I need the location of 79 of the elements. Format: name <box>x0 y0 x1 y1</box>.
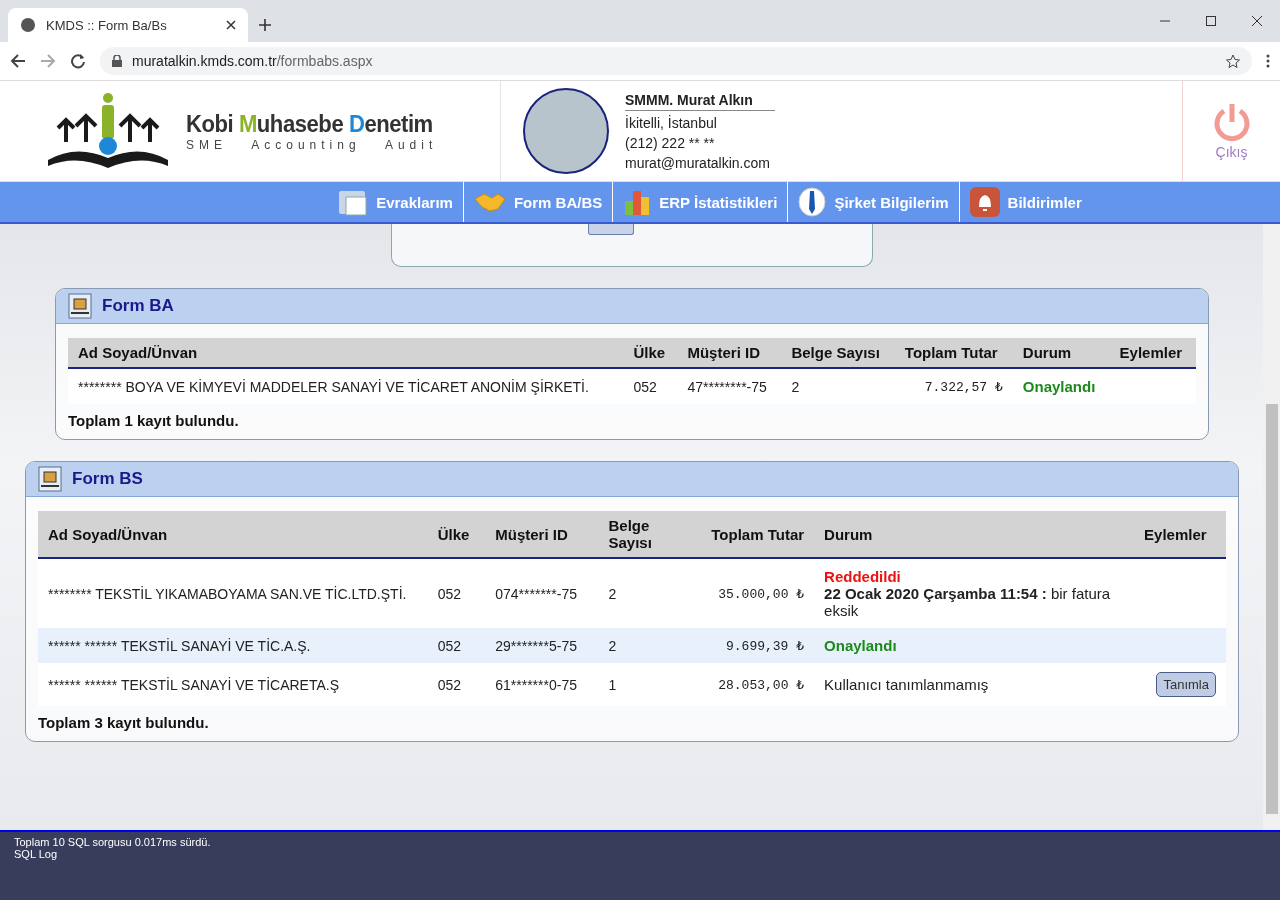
user-location: İkitelli, İstanbul <box>625 114 718 131</box>
total-cell: 9.699,39 ₺ <box>688 628 815 663</box>
column-header: Müşteri ID <box>677 338 782 368</box>
status-text: Onaylandı <box>824 637 898 654</box>
reload-icon[interactable] <box>70 53 86 69</box>
scrollbar[interactable] <box>1263 224 1280 830</box>
tab-title: KMDS :: Form Ba/Bs <box>46 17 168 33</box>
plus-icon[interactable] <box>258 18 272 32</box>
country-cell: 052 <box>623 368 678 404</box>
status-note: 22 Ocak 2020 Çarşamba 11:54 : bir fatura eksik <box>824 585 1112 619</box>
column-header: Durum <box>1012 338 1110 368</box>
column-header: Belge Sayısı <box>781 338 895 368</box>
nav-link[interactable]: Evraklarım <box>328 182 463 222</box>
column-header: Ad Soyad/Ünvan <box>68 338 624 368</box>
column-header: Eylemler <box>1109 338 1196 368</box>
user-email: murat@muratalkin.com <box>625 154 771 171</box>
document-count-cell: 1 <box>598 663 689 706</box>
country-cell: 052 <box>427 663 486 706</box>
record-count: Toplam 3 kayıt bulundu. <box>38 713 210 731</box>
folder-icon <box>338 188 369 216</box>
close-icon[interactable] <box>226 20 236 30</box>
customer-id-cell: 29*******5-75 <box>485 628 599 663</box>
document-count-cell: 2 <box>781 368 895 404</box>
bell-icon <box>969 187 1000 217</box>
name-cell: ****** ****** TEKSTİL SANAYİ VE TİC.A.Ş. <box>38 628 428 663</box>
nav-link[interactable]: Şirket Bilgilerim <box>787 182 959 222</box>
total-cell: 35.000,00 ₺ <box>688 558 815 628</box>
status-text: Kullanıcı tanımlanmamış <box>824 676 990 693</box>
status-text: Reddedildi <box>824 568 902 585</box>
total-cell: 28.053,00 ₺ <box>688 663 815 706</box>
name-cell: ******** BOYA VE KİMYEVİ MADDELER SANAYİ VE TİCARET ANONİM ŞİRKETİ. <box>68 368 624 404</box>
panel-title: Form BA <box>102 296 174 316</box>
column-header: Durum <box>814 511 1135 558</box>
register-icon <box>38 466 62 492</box>
close-icon[interactable] <box>1252 16 1262 26</box>
column-header: Belge Sayısı <box>598 511 689 558</box>
lock-icon <box>112 55 122 67</box>
menu-icon[interactable] <box>1266 54 1270 68</box>
column-header: Müşteri ID <box>485 511 599 558</box>
nav-link[interactable]: Bildirimler <box>958 182 1092 222</box>
url-host: muratalkin.kmds.com.tr <box>132 53 277 69</box>
sql-summary: Toplam 10 SQL sorgusu 0.017ms sürdü. <box>14 836 212 848</box>
nav-link[interactable]: Form BA/BS <box>462 182 613 222</box>
browser-tab[interactable]: KMDS :: Form Ba/Bs <box>8 8 248 42</box>
record-count: Toplam 1 kayıt bulundu. <box>68 411 240 429</box>
customer-id-cell: 074*******-75 <box>485 558 599 628</box>
panel-title: Form BS <box>72 469 143 489</box>
user-phone: (212) 222 ** ** <box>625 134 716 151</box>
power-icon <box>1212 102 1251 142</box>
name-cell: ******** TEKSTİL YIKAMABOYAMA SAN.VE TİC.LTD.ŞTİ. <box>38 558 428 628</box>
logo-tagline: SME Accounting Audit <box>185 138 439 152</box>
define-button[interactable]: Tanımla <box>1156 672 1216 697</box>
column-header: Toplam Tutar <box>688 511 815 558</box>
maximize-icon[interactable] <box>1206 16 1216 26</box>
column-header: Toplam Tutar <box>894 338 1013 368</box>
total-cell: 7.322,57 ₺ <box>894 368 1013 404</box>
column-header: Ad Soyad/Ünvan <box>38 511 428 558</box>
name-cell: ****** ****** TEKSTİL SANAYİ VE TİCARETA.Ş <box>38 663 428 706</box>
status-text: Onaylandı <box>1022 378 1097 395</box>
star-icon[interactable] <box>1226 54 1240 68</box>
user-name: SMMM. Murat Alkın <box>625 91 775 111</box>
register-icon <box>68 293 92 319</box>
sql-log-link[interactable]: SQL Log <box>14 848 1266 860</box>
column-header: Ülke <box>623 338 678 368</box>
nav-link[interactable]: ERP İstatistikleri <box>612 182 788 222</box>
customer-id-cell: 47********-75 <box>677 368 782 404</box>
tie-icon <box>798 187 827 217</box>
country-cell: 052 <box>427 628 486 663</box>
column-header: Ülke <box>427 511 486 558</box>
logo-title: Kobi Muhasebe Denetim <box>185 110 433 138</box>
back-arrow-icon[interactable] <box>10 53 26 69</box>
url-path: /formbabs.aspx <box>276 53 373 69</box>
column-header: Eylemler <box>1134 511 1226 558</box>
document-count-cell: 2 <box>598 628 689 663</box>
customer-id-cell: 61*******0-75 <box>485 663 599 706</box>
country-cell: 052 <box>427 558 486 628</box>
search-button-edge[interactable] <box>588 224 634 235</box>
document-count-cell: 2 <box>598 558 689 628</box>
address-bar[interactable]: muratalkin.kmds.com.tr/formbabs.aspx <box>100 47 1252 75</box>
